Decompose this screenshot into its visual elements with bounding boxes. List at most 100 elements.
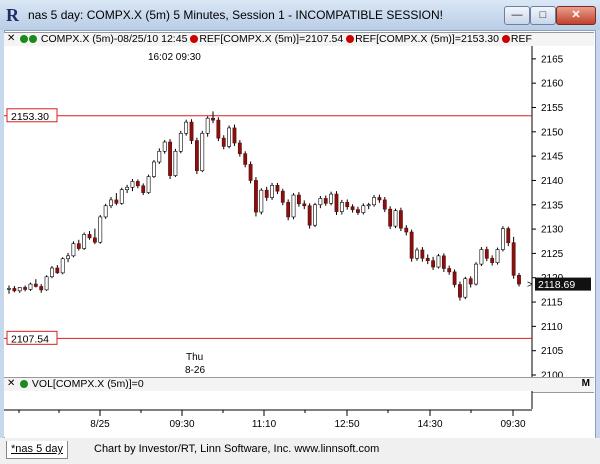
- candle: [474, 262, 478, 286]
- candle-body-up: [130, 181, 135, 188]
- candle-body-down: [425, 257, 430, 262]
- candle-body-up: [60, 258, 65, 274]
- candle: [254, 177, 258, 217]
- legend-ref-high[interactable]: REF[COMPX.X (5m)]=2153.30: [355, 33, 499, 45]
- price-tick-label: 2110: [541, 322, 563, 333]
- candle-body-up: [162, 141, 167, 152]
- candle-body-down: [33, 283, 38, 287]
- candle-body-up: [173, 150, 178, 176]
- candle-body-down: [511, 242, 516, 276]
- candle: [178, 130, 183, 154]
- chart-tab[interactable]: *nas 5 day: [6, 441, 68, 459]
- time-tick-label: 09:30: [500, 419, 525, 430]
- candle-body-up: [50, 267, 54, 278]
- candle-body-down: [447, 268, 452, 273]
- candle: [216, 117, 221, 142]
- candle-body-down: [506, 228, 511, 244]
- ref-dot-icon: [501, 35, 510, 43]
- candle-body-up: [71, 243, 76, 257]
- plot-area: [4, 46, 532, 377]
- last-price-arrow-icon: >: [527, 280, 533, 291]
- maximize-button[interactable]: □: [530, 6, 556, 25]
- legend-ref-low[interactable]: REF[COMPX.X (5m)]=2107.54: [199, 33, 343, 45]
- close-button[interactable]: ✕: [556, 6, 596, 25]
- candle: [307, 203, 312, 229]
- candle: [28, 282, 33, 291]
- minimize-button[interactable]: —: [504, 6, 530, 25]
- candle-body-down: [302, 203, 307, 207]
- candle-body-down: [189, 121, 194, 141]
- candle-body-up: [82, 234, 87, 249]
- candle-body-up: [103, 205, 108, 218]
- candle-body-down: [382, 199, 387, 210]
- candle: [259, 188, 264, 215]
- candle-body-down: [141, 185, 146, 193]
- candle-body-up: [119, 189, 124, 204]
- candle: [189, 119, 194, 144]
- candle-body-down: [334, 193, 339, 212]
- price-tick-label: 2125: [541, 249, 564, 260]
- volume-pane[interactable]: [4, 391, 594, 409]
- day-label-2: 8-26: [185, 365, 205, 376]
- candle-body-down: [87, 234, 92, 239]
- candle-body-down: [356, 209, 360, 213]
- candle-body-down: [398, 210, 403, 229]
- candle-body-up: [98, 216, 103, 243]
- candle: [495, 247, 500, 265]
- candle-body-up: [146, 176, 151, 193]
- candle-body-up: [178, 132, 183, 152]
- candle: [98, 214, 103, 244]
- candle: [103, 203, 108, 219]
- candle-body-down: [194, 140, 199, 172]
- price-tick-label: 2160: [541, 79, 564, 90]
- candle: [71, 241, 76, 258]
- candle: [173, 148, 178, 178]
- legend-symbol[interactable]: COMPX.X (5m)-08/25/10 12:45: [41, 33, 187, 45]
- credits-text: Chart by Investor/RT, Linn Software, Inc…: [94, 443, 380, 455]
- candle: [168, 139, 172, 179]
- candle-body-down: [350, 206, 355, 210]
- candle: [200, 130, 205, 173]
- candle-body-up: [366, 204, 371, 207]
- last-price-label: 2118.69: [538, 279, 575, 291]
- candle-body-down: [248, 164, 253, 181]
- candle-body-up: [259, 189, 264, 213]
- candle-body-up: [66, 255, 70, 260]
- price-tick-label: 2165: [541, 54, 564, 65]
- title-bar: R nas 5 day: COMPX.X (5m) 5 Minutes, Ses…: [0, 0, 600, 30]
- candle: [82, 232, 87, 251]
- candle-body-up: [318, 198, 323, 206]
- price-tick-label: 2115: [541, 298, 563, 309]
- status-bar: *nas 5 day Chart by Investor/RT, Linn So…: [0, 438, 600, 464]
- price-tick-label: 2105: [541, 346, 564, 357]
- candle: [248, 161, 253, 184]
- candle-body-up: [184, 121, 189, 134]
- candle-body-down: [135, 181, 140, 187]
- candle-body-down: [39, 286, 44, 291]
- candle: [388, 206, 393, 230]
- price-chart[interactable]: 2153.30 2107.54 16:02 09:30 Thu 8-26 216…: [4, 46, 594, 377]
- price-tick-label: 2155: [541, 103, 564, 114]
- candle-body-down: [409, 231, 414, 259]
- candle-body-down: [275, 185, 280, 192]
- candle: [452, 269, 457, 288]
- candle-body-down: [296, 194, 301, 205]
- candle-body-down: [237, 142, 242, 155]
- candle-body-down: [490, 257, 495, 263]
- candle: [409, 229, 414, 262]
- candle: [334, 191, 339, 215]
- pane-close-icon[interactable]: ✕: [7, 378, 17, 389]
- candle-body-down: [484, 249, 489, 259]
- pane-close-icon[interactable]: ✕: [7, 33, 17, 44]
- pane-menu-button[interactable]: M: [582, 378, 590, 389]
- candle-body-down: [458, 284, 462, 298]
- candle-body-down: [441, 255, 446, 269]
- volume-legend-label[interactable]: VOL[COMPX.X (5m)]=0: [32, 378, 144, 390]
- candle-body-down: [114, 199, 119, 204]
- legend-ref-more[interactable]: REF: [511, 33, 532, 45]
- price-tick-label: 2150: [541, 127, 564, 138]
- candle-body-down: [221, 137, 226, 147]
- candle: [286, 199, 291, 221]
- status-dot-icon: [20, 380, 28, 388]
- candle-body-down: [307, 205, 312, 226]
